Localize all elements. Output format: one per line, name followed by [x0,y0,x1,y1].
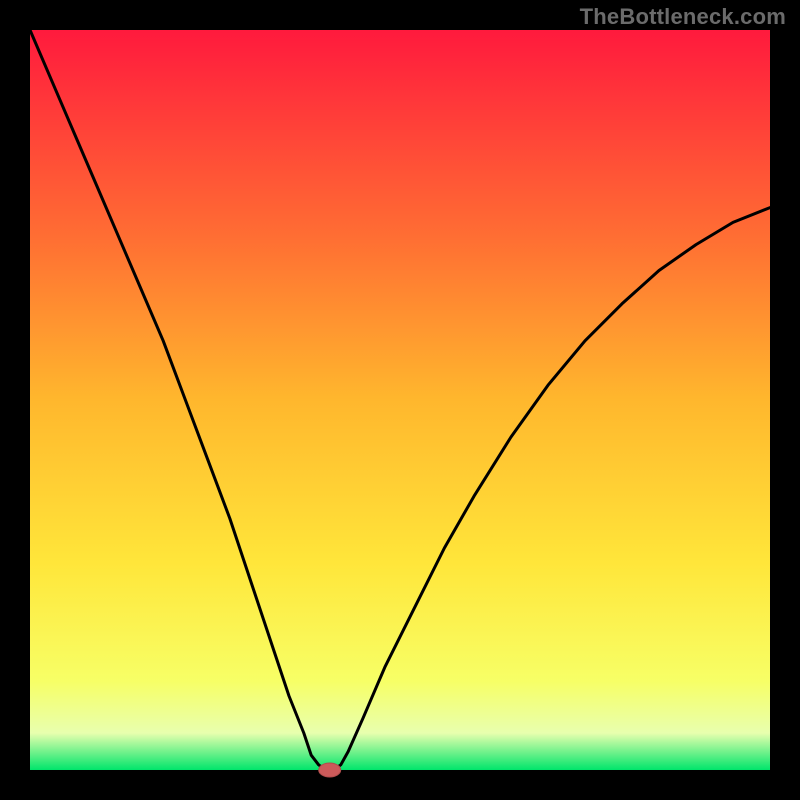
optimum-marker [319,763,341,777]
watermark-label: TheBottleneck.com [580,4,786,30]
bottleneck-chart [0,0,800,800]
chart-frame: { "watermark": "TheBottleneck.com", "col… [0,0,800,800]
plot-background [30,30,770,770]
